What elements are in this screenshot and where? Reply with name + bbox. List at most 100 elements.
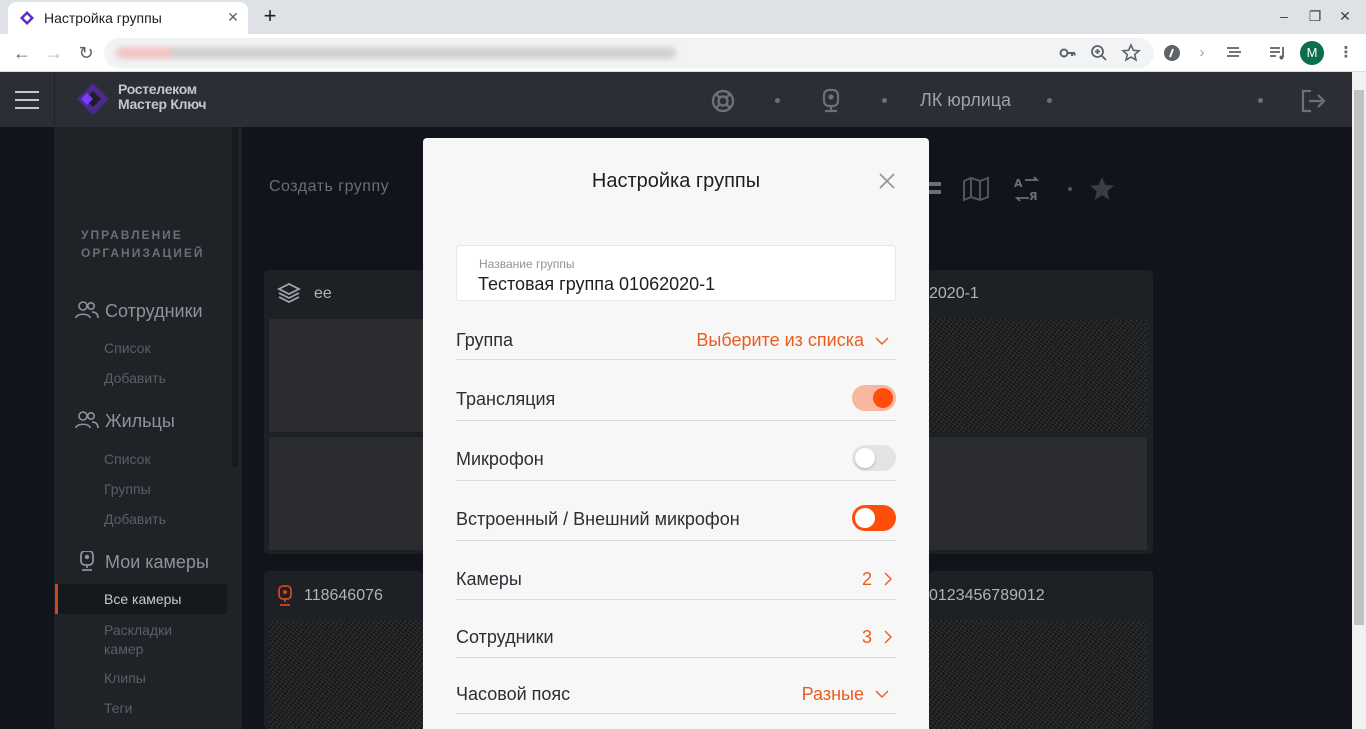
sidebar-heading-line-1: УПРАВЛЕНИЕ xyxy=(81,228,183,242)
reading-list-icon[interactable] xyxy=(1224,43,1244,63)
browser-tab[interactable]: Настройка группы ✕ xyxy=(8,2,248,34)
logo-line-1: Ростелеком xyxy=(118,81,197,97)
external-mic-label: Встроенный / Внешний микрофон xyxy=(456,509,740,529)
layers-icon xyxy=(277,282,301,304)
timezone-label: Часовой пояс xyxy=(456,684,571,704)
microphone-label: Микрофон xyxy=(456,449,544,469)
sidebar-section-residents[interactable]: Жильцы xyxy=(75,410,175,432)
new-tab-button[interactable]: + xyxy=(258,4,282,28)
sidebar-heading-line-2: ОРГАНИЗАЦИЕЙ xyxy=(81,246,205,260)
group-select-label: Группа xyxy=(456,330,514,350)
logout-icon[interactable] xyxy=(1300,88,1326,114)
timezone-value[interactable]: Разные xyxy=(780,684,864,705)
header-separator-dot xyxy=(882,98,887,103)
cameras-label: Камеры xyxy=(456,569,522,589)
sidebar-item-residents-groups[interactable]: Группы xyxy=(104,481,151,497)
broadcast-toggle[interactable] xyxy=(852,385,896,411)
group-name-label: Название группы xyxy=(479,257,575,271)
group-select-value[interactable]: Выберите из списка xyxy=(690,330,864,351)
favicon-icon xyxy=(20,11,34,25)
card-title: 118646076 xyxy=(304,587,383,604)
camera-preview-tile[interactable] xyxy=(269,437,423,550)
chevron-down-icon[interactable] xyxy=(874,686,890,702)
page-scrollbar-thumb[interactable] xyxy=(1354,90,1364,625)
row-divider xyxy=(456,480,896,481)
bookmark-star-icon[interactable] xyxy=(1121,43,1141,63)
camera-icon[interactable] xyxy=(818,88,844,114)
list-view-icon[interactable] xyxy=(929,180,941,198)
card-title: ee xyxy=(314,285,332,302)
sidebar-section-employees[interactable]: Сотрудники xyxy=(75,300,203,322)
forward-icon[interactable]: → xyxy=(42,41,66,65)
favorites-star-icon[interactable] xyxy=(1088,176,1116,202)
maximize-icon[interactable]: ❐ xyxy=(1307,8,1323,24)
close-window-icon[interactable]: ✕ xyxy=(1337,8,1353,24)
extension-icon[interactable] xyxy=(1162,43,1182,63)
chevron-right-icon[interactable] xyxy=(880,629,896,645)
menu-kebab-icon[interactable]: ⋮ xyxy=(1336,43,1356,63)
sidebar-item-label: камер xyxy=(104,641,144,657)
chevron-right-icon[interactable]: › xyxy=(1192,43,1212,63)
sidebar-item-residents-list[interactable]: Список xyxy=(104,451,151,467)
profile-avatar[interactable]: M xyxy=(1300,41,1324,65)
media-control-icon[interactable] xyxy=(1268,43,1288,63)
minimize-icon[interactable]: – xyxy=(1276,8,1292,24)
camera-preview-tile[interactable] xyxy=(269,319,423,432)
row-divider xyxy=(456,540,896,541)
sidebar-item-residents-add[interactable]: Добавить xyxy=(104,511,166,527)
camera-preview-tile[interactable] xyxy=(929,620,1147,729)
employees-count[interactable]: 3 xyxy=(842,627,872,648)
header-separator-dot xyxy=(1047,98,1052,103)
sidebar-item-employees-add[interactable]: Добавить xyxy=(104,370,166,386)
header-separator-dot xyxy=(775,98,780,103)
sidebar-section-label: Сотрудники xyxy=(105,301,203,321)
reload-icon[interactable]: ↻ xyxy=(74,41,98,65)
key-icon[interactable] xyxy=(1058,43,1078,63)
sidebar-item-all-cameras[interactable]: Все камеры xyxy=(104,591,182,607)
employees-label: Сотрудники xyxy=(456,627,554,647)
sidebar-item-camera-layouts[interactable]: Раскладки камер xyxy=(104,621,172,659)
sidebar-item-clips[interactable]: Клипы xyxy=(104,670,146,686)
toggle-knob xyxy=(855,448,875,468)
logo-line-2: Мастер Ключ xyxy=(118,96,207,112)
logo-text[interactable]: Ростелеком Мастер Ключ xyxy=(118,82,206,112)
sidebar-item-tags[interactable]: Теги xyxy=(104,700,132,716)
toolbar-separator-dot xyxy=(1068,187,1072,191)
hamburger-menu-icon[interactable] xyxy=(15,91,39,109)
svg-text:A: A xyxy=(1014,177,1023,190)
chevron-right-icon[interactable] xyxy=(880,571,896,587)
microphone-toggle[interactable] xyxy=(852,445,896,471)
back-icon[interactable]: ← xyxy=(10,41,34,65)
chevron-down-icon[interactable] xyxy=(874,333,890,349)
sidebar-item-employees-list[interactable]: Список xyxy=(104,340,151,356)
camera-preview-tile[interactable] xyxy=(929,437,1147,550)
svg-text:Я: Я xyxy=(1029,190,1037,202)
map-icon[interactable] xyxy=(962,176,990,202)
close-icon[interactable] xyxy=(876,170,898,192)
row-divider xyxy=(456,657,896,658)
external-mic-toggle[interactable] xyxy=(852,505,896,531)
sidebar-heading: УПРАВЛЕНИЕ ОРГАНИЗАЦИЕЙ xyxy=(81,226,205,262)
camera-preview-tile[interactable] xyxy=(929,319,1147,432)
support-icon[interactable] xyxy=(710,88,736,114)
zoom-icon[interactable] xyxy=(1089,43,1109,63)
create-group-button[interactable]: Создать группу xyxy=(269,178,389,196)
group-name-value[interactable]: Тестовая группа 01062020-1 xyxy=(478,274,715,295)
account-label[interactable]: ЛК юрлица xyxy=(920,90,1011,111)
tab-title: Настройка группы xyxy=(44,10,162,26)
camera-preview-tile[interactable] xyxy=(269,620,423,729)
card-title: 0123456789012 xyxy=(929,587,1045,604)
browser-tab-bar: Настройка группы ✕ + – ❐ ✕ xyxy=(0,0,1366,34)
address-bar[interactable] xyxy=(104,38,1154,68)
sort-az-icon[interactable]: A Я xyxy=(1013,176,1041,202)
header-divider xyxy=(54,72,55,127)
sidebar-item-label: Раскладки xyxy=(104,622,173,638)
sidebar-section-label: Жильцы xyxy=(105,411,175,431)
rostelecom-logo-icon[interactable] xyxy=(76,82,110,116)
card-title: 2020-1 xyxy=(929,285,979,302)
sidebar-section-my-cameras[interactable]: Мои камеры xyxy=(75,551,209,573)
cameras-count[interactable]: 2 xyxy=(842,569,872,590)
toggle-knob xyxy=(855,508,875,528)
sidebar-scrollbar[interactable] xyxy=(232,127,238,467)
tab-close-icon[interactable]: ✕ xyxy=(224,8,242,26)
